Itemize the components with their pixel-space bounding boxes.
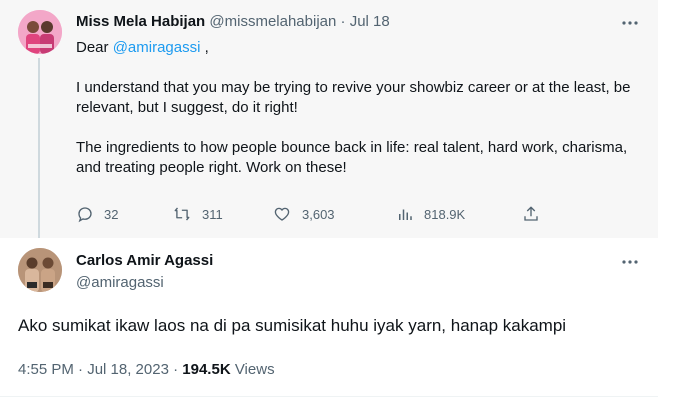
more-icon	[622, 21, 638, 25]
tweet-actions: 32 311 3,603 818.9K	[76, 204, 556, 224]
retweet-button[interactable]: 311	[172, 204, 223, 224]
parent-tweet[interactable]: Miss Mela Habijan @missmelahabijan · Jul…	[0, 0, 658, 238]
tweet-paragraph-2: The ingredients to how people bounce bac…	[76, 139, 628, 176]
reply-meta: 4:55 PM · Jul 18, 2023 · 194.5K Views	[18, 361, 275, 378]
views-icon	[399, 209, 412, 220]
views-button[interactable]: 818.9K	[396, 204, 465, 224]
greeting-text: Dear	[76, 39, 113, 56]
reply-timestamp[interactable]: 4:55 PM · Jul 18, 2023	[18, 361, 169, 378]
reply-author-handle[interactable]: @amiragassi	[76, 274, 164, 291]
more-options-button[interactable]	[620, 13, 640, 33]
reply-count: 32	[104, 206, 119, 222]
tweet-paragraph-1: I understand that you may be trying to r…	[76, 79, 631, 116]
reply-author-name[interactable]: Carlos Amir Agassi	[76, 252, 213, 269]
mention-link[interactable]: @amiragassi	[113, 39, 201, 56]
retweet-icon	[174, 207, 190, 221]
reply-text: Ako sumikat ikaw laos na di pa sumisikat…	[18, 316, 567, 335]
reply-icon	[78, 207, 92, 223]
heart-icon	[274, 207, 290, 221]
greeting-suffix: ,	[200, 39, 209, 56]
divider	[0, 396, 658, 397]
tweet-text: Dear @amiragassi , I understand that you…	[76, 38, 646, 198]
thread-connector-line	[38, 58, 40, 238]
avatar-image	[18, 248, 62, 292]
more-icon	[622, 260, 638, 264]
tweet-greeting: Dear @amiragassi ,	[76, 38, 646, 58]
tweet-date[interactable]: Jul 18	[350, 13, 390, 30]
views-count: 818.9K	[424, 206, 466, 222]
reply-button[interactable]: 32	[76, 204, 118, 224]
like-count: 3,603	[302, 206, 335, 222]
author-handle[interactable]: @missmelahabijan	[209, 13, 336, 30]
share-button[interactable]	[522, 204, 550, 224]
avatar-image	[18, 10, 62, 54]
more-options-button[interactable]	[620, 252, 640, 272]
meta-separator: ·	[173, 361, 179, 378]
reply-views-count[interactable]: 194.5K	[182, 361, 230, 378]
avatar[interactable]	[18, 248, 62, 292]
like-button[interactable]: 3,603	[272, 204, 335, 224]
share-icon	[524, 206, 538, 221]
header-separator: ·	[340, 13, 346, 30]
author-name[interactable]: Miss Mela Habijan	[76, 13, 205, 30]
tweet-header: Miss Mela Habijan @missmelahabijan · Jul…	[76, 13, 390, 30]
reply-views-label: Views	[234, 361, 275, 378]
retweet-count: 311	[202, 206, 223, 222]
avatar[interactable]	[18, 10, 62, 54]
